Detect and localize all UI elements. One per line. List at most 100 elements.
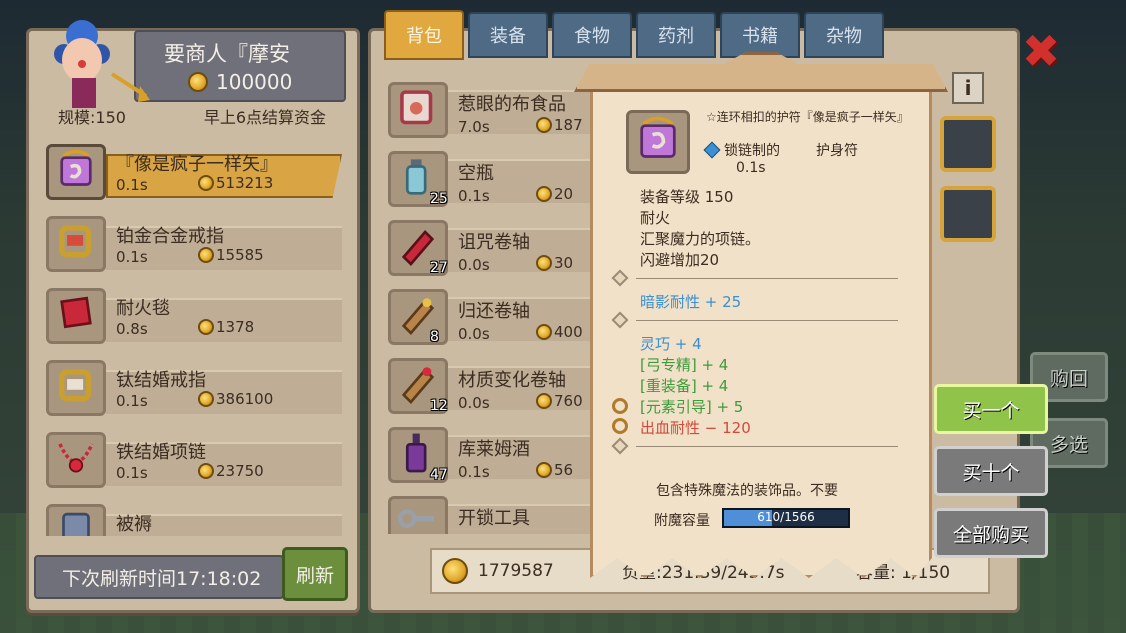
bag-item-time: 0.0s — [458, 394, 490, 412]
stat-heavy-armor: [重装备] + 4 — [640, 377, 729, 395]
merchant-item[interactable]: 被褥 — [40, 496, 342, 536]
price-value: 23750 — [216, 462, 264, 480]
gem-icon — [703, 141, 721, 159]
tooltip-description: 包含特殊魔法的装饰品。不要 — [656, 483, 838, 499]
merchant-item-time: 0.8s — [116, 320, 148, 338]
bag-item-price: 20 — [536, 185, 573, 203]
stat-shadow-resistance: 暗影耐性 + 25 — [640, 293, 742, 311]
bag-item-time: 0.0s — [458, 325, 490, 343]
bag-item-time: 0.1s — [458, 187, 490, 205]
coin-icon — [536, 393, 552, 409]
price-value: 15585 — [216, 246, 264, 264]
coin-icon — [198, 463, 214, 479]
necklace-icon — [46, 432, 106, 488]
merchant-item-name: 耐火毯 — [116, 298, 170, 319]
scroll-icon — [388, 289, 448, 345]
amulet-icon — [626, 110, 690, 174]
tooltip-line: 汇聚魔力的项链。 — [640, 230, 761, 248]
tooltip-line: 装备等级 150 — [640, 188, 734, 206]
buy-all-button[interactable]: 全部购买 — [934, 508, 1048, 558]
merchant-item-price: 1378 — [198, 318, 254, 336]
coin-icon — [536, 462, 552, 478]
price-value: 30 — [554, 254, 574, 272]
bag-item-name: 材质变化卷轴 — [458, 370, 566, 391]
bag-item-time: 0.0s — [458, 256, 490, 274]
merchant-scale: 规模:150 — [58, 108, 126, 127]
merchant-item[interactable]: 铂金合金戒指 0.1s 15585 — [40, 208, 342, 280]
bag-item[interactable]: 12 材质变化卷轴 0.0s 760 — [384, 352, 648, 421]
merchant-gold: 100000 — [188, 70, 292, 94]
coin-icon — [198, 319, 214, 335]
refresh-button[interactable]: 刷新 — [282, 547, 348, 601]
tooltip-title: ☆连环相扣的护符『像是疯子一样矢』 — [706, 110, 909, 124]
player-gold-value: 1779587 — [478, 561, 554, 581]
stat-agility: 灵巧 + 4 — [640, 335, 702, 353]
merchant-item-name: 钛结婚戒指 — [116, 370, 206, 391]
tab-misc[interactable]: 杂物 — [804, 12, 884, 58]
bag-item[interactable]: 27 诅咒卷轴 0.0s 30 — [384, 214, 648, 283]
merchant-name: 要商人『摩安 — [164, 42, 290, 66]
buy-one-button[interactable]: 买一个 — [934, 384, 1048, 434]
bag-item-time: 7.0s — [458, 118, 490, 136]
merchant-item-name: 铁结婚项链 — [116, 442, 206, 463]
bag-item-list: 惹眼的布食品 7.0s 187 25 空瓶 0.1s 20 27 诅咒卷轴 0.… — [384, 76, 648, 534]
key-icon — [388, 496, 448, 534]
bag-item[interactable]: 开锁工具 — [384, 490, 604, 534]
item-count: 8 — [430, 329, 439, 345]
bag-item[interactable]: 惹眼的布食品 7.0s 187 — [384, 76, 648, 145]
price-value: 760 — [554, 392, 583, 410]
price-value: 513213 — [216, 174, 274, 192]
info-button[interactable]: i — [952, 72, 984, 104]
coin-icon — [198, 247, 214, 263]
merchant-item[interactable]: 耐火毯 0.8s 1378 — [40, 280, 342, 352]
bag-item[interactable]: 47 库莱姆酒 0.1s 56 — [384, 421, 648, 490]
item-count: 12 — [430, 398, 448, 414]
tab-potion[interactable]: 药剂 — [636, 12, 716, 58]
coin-icon — [536, 117, 552, 133]
coin-icon — [442, 558, 468, 584]
coin-icon — [188, 72, 208, 92]
tab-food[interactable]: 食物 — [552, 12, 632, 58]
merchant-name-plate: 要商人『摩安 100000 — [134, 30, 346, 102]
coin-icon — [536, 255, 552, 271]
bag-item-name: 归还卷轴 — [458, 301, 530, 322]
player-gold: 1779587 — [442, 558, 554, 584]
divider — [636, 278, 898, 279]
tooltip-type: 护身符 — [816, 143, 858, 159]
close-button[interactable]: ✖ — [1018, 28, 1064, 74]
item-count: 25 — [430, 191, 448, 207]
price-value: 187 — [554, 116, 583, 134]
merchant-item[interactable]: 钛结婚戒指 0.1s 386100 — [40, 352, 342, 424]
stat-bleed-resistance: 出血耐性 − 120 — [640, 419, 751, 437]
coin-icon — [536, 324, 552, 340]
bag-item-time: 0.1s — [458, 463, 490, 481]
tab-books[interactable]: 书籍 — [720, 12, 800, 58]
gear-icon — [612, 398, 628, 414]
tab-equipment[interactable]: 装备 — [468, 12, 548, 58]
merchant-item[interactable]: 『像是疯子一样矢』 0.1s 513213 — [40, 136, 342, 208]
category-tabs: 背包 装备 食物 药剂 书籍 杂物 — [384, 10, 884, 60]
tooltip-line: 耐火 — [640, 209, 671, 227]
merchant-item-price: 15585 — [198, 246, 264, 264]
merchant-item-price: 386100 — [198, 390, 273, 408]
bag-item[interactable]: 25 空瓶 0.1s 20 — [384, 145, 648, 214]
blanket-icon — [46, 288, 106, 344]
equipment-slot[interactable] — [940, 116, 996, 172]
food-bag-icon — [388, 82, 448, 138]
enchant-label: 附魔容量 — [654, 513, 710, 529]
buy-ten-button[interactable]: 买十个 — [934, 446, 1048, 496]
bag-item-price: 400 — [536, 323, 583, 341]
price-value: 20 — [554, 185, 574, 203]
quilt-icon — [46, 504, 106, 536]
item-count: 27 — [430, 260, 448, 276]
bag-item-name: 开锁工具 — [458, 508, 530, 529]
merchant-item-name: 『像是疯子一样矢』 — [116, 154, 278, 175]
bag-item[interactable]: 8 归还卷轴 0.0s 400 — [384, 283, 648, 352]
item-count: 47 — [430, 467, 448, 483]
equipment-slot[interactable] — [940, 186, 996, 242]
merchant-item-price: 513213 — [198, 174, 273, 192]
divider — [636, 320, 898, 321]
merchant-item[interactable]: 铁结婚项链 0.1s 23750 — [40, 424, 342, 496]
merchant-panel-content: 要商人『摩安 100000 规模:150 早上6点结算资金 『像是疯子一样矢』 … — [26, 20, 360, 613]
tab-bag[interactable]: 背包 — [384, 10, 464, 60]
